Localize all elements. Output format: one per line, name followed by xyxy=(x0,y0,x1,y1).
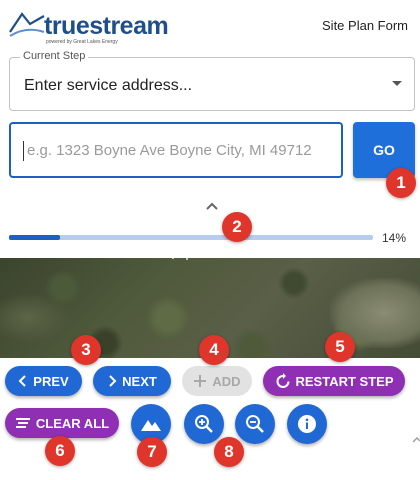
logo-mark-icon xyxy=(9,12,45,37)
logo-tagline: powered by Great Lakes Energy xyxy=(46,39,118,45)
clear-all-icon xyxy=(15,418,30,428)
info-button[interactable] xyxy=(287,404,327,444)
current-step-value: Enter service address... xyxy=(24,77,193,94)
add-button[interactable]: ADD xyxy=(182,366,252,396)
zoom-in-button[interactable] xyxy=(184,404,224,444)
annotation-badge: 3 xyxy=(71,335,101,365)
dropdown-arrow-icon[interactable] xyxy=(392,81,402,86)
clear-all-button[interactable]: CLEAR ALL xyxy=(5,408,119,438)
current-step-select[interactable]: Current Step Enter service address... xyxy=(9,50,415,111)
annotation-badge: 8 xyxy=(214,437,244,467)
text-cursor xyxy=(23,141,24,161)
next-button[interactable]: NEXT xyxy=(93,366,171,396)
restart-step-button[interactable]: RESTART STEP xyxy=(263,366,405,396)
restart-icon xyxy=(276,373,289,388)
annotation-badge: 6 xyxy=(45,436,75,466)
chevron-left-icon xyxy=(18,375,27,387)
annotation-badge: 4 xyxy=(199,335,229,365)
chevron-right-icon xyxy=(109,375,117,387)
logo-wordmark: truestream xyxy=(44,12,169,40)
mountain-icon xyxy=(141,420,161,431)
address-input[interactable]: e.g. 1323 Boyne Ave Boyne City, MI 49712 xyxy=(9,122,343,178)
zoom-out-button[interactable] xyxy=(235,404,275,444)
progress-fill xyxy=(9,235,60,240)
add-label: ADD xyxy=(212,373,241,389)
zoom-out-icon xyxy=(246,415,264,433)
chevron-up-icon[interactable] xyxy=(205,201,219,211)
plus-icon xyxy=(194,375,207,387)
map-clearing xyxy=(0,293,70,343)
progress-percent: 14% xyxy=(382,231,407,245)
form-panel: truestream powered by Great Lakes Energy… xyxy=(0,0,420,258)
prev-button[interactable]: PREV xyxy=(5,366,82,396)
annotation-badge: 2 xyxy=(222,212,252,242)
chevron-up-icon[interactable] xyxy=(412,436,420,444)
info-icon xyxy=(298,415,316,433)
annotation-badge: 7 xyxy=(137,437,167,467)
prev-label: PREV xyxy=(33,373,69,389)
annotation-badge: 5 xyxy=(325,332,355,362)
clear-all-label: CLEAR ALL xyxy=(35,415,110,431)
page-title: Site Plan Form xyxy=(322,18,408,33)
zoom-in-icon xyxy=(195,415,213,433)
map-marker xyxy=(172,258,174,259)
address-placeholder: e.g. 1323 Boyne Ave Boyne City, MI 49712 xyxy=(27,142,312,159)
truestream-logo: truestream powered by Great Lakes Energy xyxy=(8,10,169,45)
restart-label: RESTART STEP xyxy=(295,373,394,389)
map-marker xyxy=(186,258,188,260)
current-step-label: Current Step xyxy=(20,50,89,62)
progress-bar xyxy=(9,235,373,240)
next-label: NEXT xyxy=(122,373,157,389)
annotation-badge: 1 xyxy=(386,168,416,198)
